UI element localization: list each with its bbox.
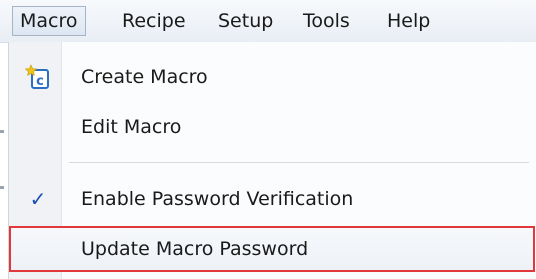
macro-dropdown-menu: c Create Macro Edit Macro ✓ Enable Passw… <box>8 42 536 279</box>
menu-bar: Macro Recipe Setup Tools Help <box>0 0 536 43</box>
menu-help[interactable]: Help <box>380 6 437 36</box>
create-macro-icon: c <box>24 64 51 90</box>
edit-macro-label: Edit Macro <box>81 116 182 138</box>
update-macro-password-label: Update Macro Password <box>81 238 309 260</box>
menu-tools[interactable]: Tools <box>296 6 357 36</box>
menu-item-edit-macro[interactable]: Edit Macro <box>9 104 535 150</box>
menu-recipe[interactable]: Recipe <box>115 6 193 36</box>
svg-text:c: c <box>36 74 44 89</box>
menu-item-enable-password-verification[interactable]: ✓ Enable Password Verification <box>9 176 535 222</box>
edge-artifact <box>0 130 4 133</box>
edge-artifact <box>0 186 4 189</box>
menu-setup[interactable]: Setup <box>211 6 280 36</box>
enable-password-verification-label: Enable Password Verification <box>81 188 354 210</box>
create-macro-label: Create Macro <box>81 66 208 88</box>
menu-macro[interactable]: Macro <box>12 6 86 36</box>
menu-item-update-macro-password[interactable]: Update Macro Password <box>9 226 535 272</box>
menu-separator <box>69 162 529 163</box>
menu-item-create-macro[interactable]: c Create Macro <box>9 54 535 100</box>
checkmark-icon: ✓ <box>29 187 47 211</box>
